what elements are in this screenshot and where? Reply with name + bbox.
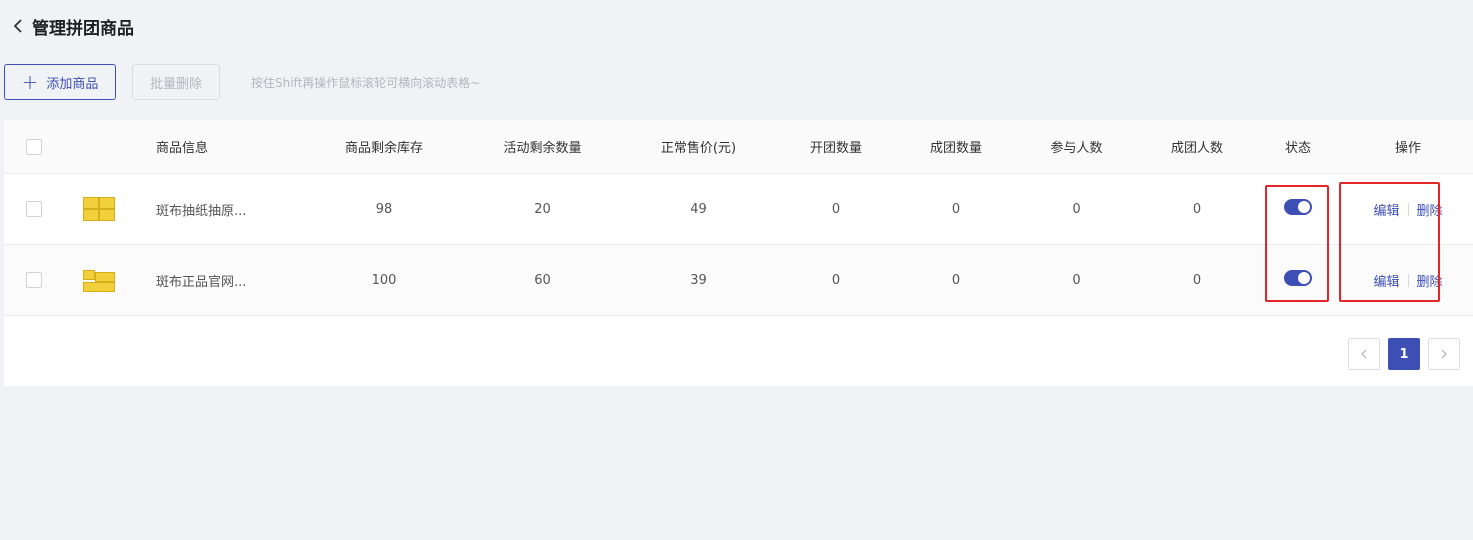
open-count-cell: 0: [831, 272, 841, 288]
chevron-left-icon[interactable]: [10, 18, 26, 34]
join-count-cell: 0: [1072, 201, 1081, 217]
page-title: 管理拼团商品: [32, 18, 134, 39]
delete-link[interactable]: 删除: [1417, 200, 1443, 219]
add-product-button[interactable]: + 添加商品: [4, 64, 116, 100]
column-header: 商品信息: [156, 141, 209, 156]
row-checkbox[interactable]: [26, 272, 42, 288]
done-people-cell: 0: [1192, 272, 1202, 288]
join-count-cell: 0: [1072, 272, 1081, 288]
column-header: 开团数量: [809, 141, 862, 156]
product-name: 斑布正品官网...: [156, 274, 247, 290]
price-cell: 49: [690, 201, 707, 217]
product-thumbnail: [81, 195, 117, 223]
column-header: 成团数量: [929, 141, 982, 156]
done-count-cell: 0: [951, 272, 961, 288]
page-header: 管理拼团商品: [0, 0, 1473, 52]
table-card: 商品信息 商品剩余库存 活动剩余数量 正常售价(元) 开团数量 成团数量 参与人…: [4, 120, 1473, 386]
op-divider: [1407, 202, 1409, 216]
column-header: 状态: [1284, 141, 1311, 156]
column-header: 参与人数: [1050, 141, 1103, 156]
stock-cell: 100: [371, 272, 397, 288]
table-row: 斑布正品官网... 100 60 39 0 0 0 0 编辑 删除: [4, 245, 1473, 316]
status-toggle[interactable]: [1284, 199, 1312, 215]
open-count-cell: 0: [831, 201, 841, 217]
add-product-label: 添加商品: [46, 76, 99, 92]
select-all-checkbox[interactable]: [26, 138, 42, 155]
next-page-button[interactable]: [1428, 338, 1460, 370]
product-thumbnail: [81, 266, 117, 294]
pagination: 1: [1348, 338, 1460, 370]
edit-link[interactable]: 编辑: [1373, 271, 1399, 290]
batch-delete-button[interactable]: 批量删除: [132, 64, 220, 100]
chevron-left-icon: [1361, 349, 1367, 359]
column-header: 商品剩余库存: [344, 141, 423, 156]
price-cell: 39: [690, 272, 707, 288]
remain-cell: 20: [534, 201, 551, 217]
toolbar: + 添加商品 批量删除 按住Shift再操作鼠标滚轮可横向滚动表格~: [4, 64, 480, 100]
status-toggle[interactable]: [1284, 270, 1312, 286]
remain-cell: 60: [534, 272, 551, 288]
batch-delete-label: 批量删除: [149, 76, 202, 92]
done-count-cell: 0: [951, 201, 961, 217]
done-people-cell: 0: [1192, 201, 1202, 217]
row-checkbox[interactable]: [26, 201, 42, 217]
scroll-hint: 按住Shift再操作鼠标滚轮可横向滚动表格~: [251, 75, 481, 90]
prev-page-button[interactable]: [1348, 338, 1380, 370]
page-number[interactable]: 1: [1388, 338, 1420, 370]
table-header-row: 商品信息 商品剩余库存 活动剩余数量 正常售价(元) 开团数量 成团数量 参与人…: [4, 120, 1473, 174]
edit-link[interactable]: 编辑: [1373, 200, 1399, 219]
chevron-right-icon: [1441, 349, 1447, 359]
column-header: 成团人数: [1170, 141, 1223, 156]
column-header: 活动剩余数量: [503, 141, 582, 156]
column-header: 操作: [1394, 141, 1421, 156]
table-row: 斑布抽纸抽原... 98 20 49 0 0 0 0 编辑 删除: [4, 174, 1473, 245]
product-table: 商品信息 商品剩余库存 活动剩余数量 正常售价(元) 开团数量 成团数量 参与人…: [4, 120, 1473, 316]
op-divider: [1407, 273, 1409, 287]
stock-cell: 98: [375, 201, 393, 217]
product-name: 斑布抽纸抽原...: [156, 203, 247, 219]
delete-link[interactable]: 删除: [1417, 271, 1443, 290]
column-header: 正常售价(元): [660, 141, 737, 156]
plus-icon: +: [21, 70, 39, 94]
